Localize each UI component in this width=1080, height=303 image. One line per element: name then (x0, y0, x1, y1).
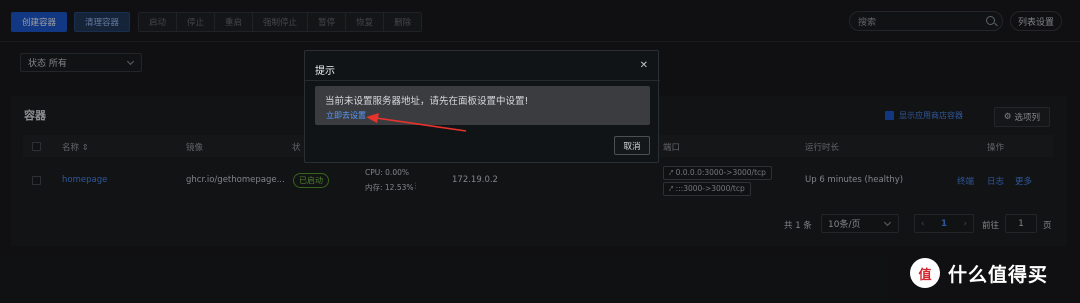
arrow-head (366, 113, 379, 123)
arrow-line (375, 117, 467, 132)
watermark: 值 什么值得买 (910, 258, 1048, 288)
watermark-logo: 值 (910, 258, 940, 288)
watermark-text: 什么值得买 (948, 263, 1049, 286)
docker-containers-page: 创建容器 清理容器 启动 停止 重启 强制停止 暂停 恢复 删除 搜索 列表设置… (0, 0, 1080, 303)
